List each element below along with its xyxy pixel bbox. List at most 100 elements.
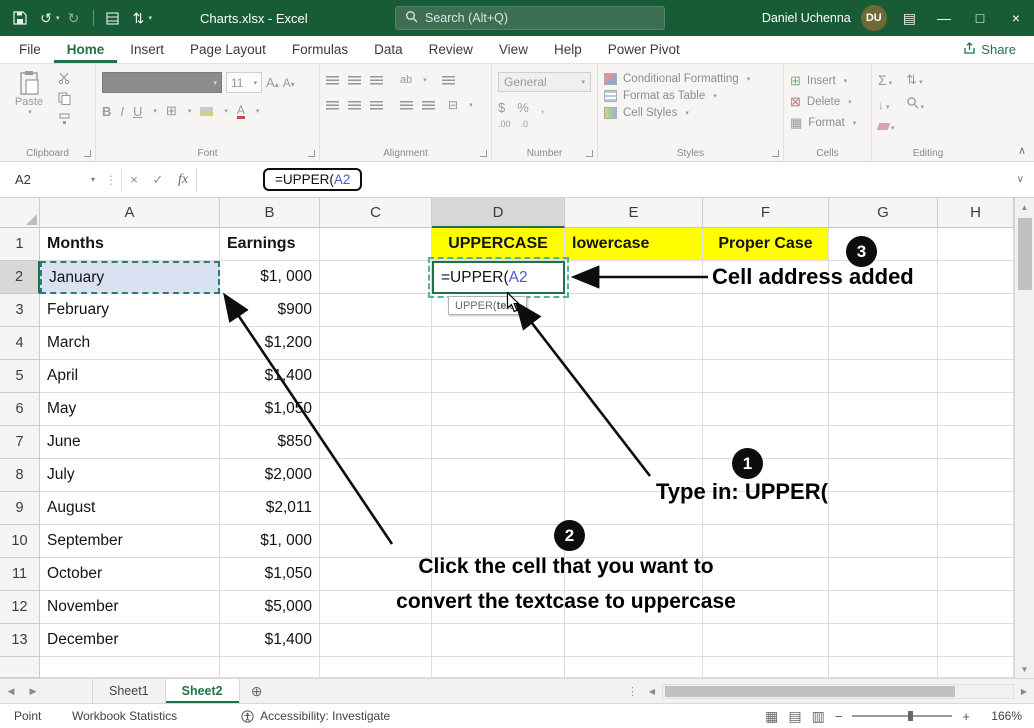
cell-G8[interactable]	[829, 459, 938, 492]
cell-E7[interactable]	[565, 426, 703, 459]
cell-C9[interactable]	[320, 492, 432, 525]
cell-F4[interactable]	[703, 327, 829, 360]
cell-C6[interactable]	[320, 393, 432, 426]
row-header-12[interactable]: 12	[0, 591, 40, 624]
vertical-scrollbar[interactable]: ▲ ▼	[1014, 198, 1034, 678]
cell-C14[interactable]	[320, 657, 432, 678]
user-name[interactable]: Daniel Uchenna	[762, 11, 851, 25]
tab-insert[interactable]: Insert	[117, 36, 177, 63]
cell-H11[interactable]	[938, 558, 1014, 591]
tab-help[interactable]: Help	[541, 36, 595, 63]
select-all-corner[interactable]	[0, 198, 40, 228]
cell-D14[interactable]	[432, 657, 565, 678]
row-header-5[interactable]: 5	[0, 360, 40, 393]
tab-file[interactable]: File	[6, 36, 54, 63]
autosum-button[interactable]: Σ▾	[878, 72, 892, 88]
insert-cells-button[interactable]: ⊞ Insert▾	[790, 73, 865, 89]
cell-H2[interactable]	[938, 261, 1014, 294]
cell-B13[interactable]: $1,400	[220, 624, 320, 657]
tab-review[interactable]: Review	[416, 36, 486, 63]
merge-dropdown-icon[interactable]: ▾	[469, 101, 473, 109]
cell-E3[interactable]	[565, 294, 703, 327]
accessibility-checker-button[interactable]: Accessibility: Investigate	[241, 709, 390, 723]
cell-C7[interactable]	[320, 426, 432, 459]
row-header-13[interactable]: 13	[0, 624, 40, 657]
formula-bar-handle[interactable]: ⋮	[105, 173, 117, 187]
underline-button[interactable]: U	[133, 104, 142, 119]
new-sheet-icon[interactable]: ⊕	[240, 679, 274, 703]
cell-G9[interactable]	[829, 492, 938, 525]
cell-G14[interactable]	[829, 657, 938, 678]
font-name-select[interactable]: ▾	[102, 72, 222, 93]
column-header-f[interactable]: F	[703, 198, 829, 228]
cell-A2[interactable]: January	[40, 261, 220, 294]
orientation-icon[interactable]: ab	[400, 74, 412, 86]
delete-cells-button[interactable]: ⊠ Delete▾	[790, 94, 865, 110]
cell-G4[interactable]	[829, 327, 938, 360]
borders-dropdown-icon[interactable]: ▾	[188, 107, 192, 115]
cell-B11[interactable]: $1,050	[220, 558, 320, 591]
zoom-in-icon[interactable]: +	[962, 709, 970, 724]
zoom-slider[interactable]	[852, 715, 952, 717]
cell-G13[interactable]	[829, 624, 938, 657]
wrap-text-icon[interactable]	[442, 76, 455, 85]
italic-button[interactable]: I	[120, 104, 124, 119]
cell-styles-button[interactable]: Cell Styles▾	[604, 107, 777, 119]
column-header-g[interactable]: G	[829, 198, 938, 228]
undo-dropdown-icon[interactable]: ▾	[56, 14, 60, 22]
format-as-table-button[interactable]: Format as Table▾	[604, 90, 777, 102]
cell-H12[interactable]	[938, 591, 1014, 624]
cell-B3[interactable]: $900	[220, 294, 320, 327]
horizontal-scroll-thumb[interactable]	[665, 686, 955, 697]
horizontal-scroll-track[interactable]	[662, 684, 1014, 699]
format-cells-button[interactable]: ▦ Format▾	[790, 115, 865, 131]
conditional-formatting-button[interactable]: Conditional Formatting▾	[604, 73, 777, 85]
merge-center-icon[interactable]: ⊟	[448, 98, 458, 112]
cell-A12[interactable]: November	[40, 591, 220, 624]
cell-F1[interactable]: Proper Case	[703, 228, 829, 261]
cell-E4[interactable]	[565, 327, 703, 360]
cell-G10[interactable]	[829, 525, 938, 558]
paste-dropdown-icon[interactable]: ▾	[28, 108, 32, 116]
cell-F7[interactable]	[703, 426, 829, 459]
cell-B10[interactable]: $1, 000	[220, 525, 320, 558]
increase-indent-icon[interactable]	[422, 101, 435, 110]
cell-H14[interactable]	[938, 657, 1014, 678]
cut-icon[interactable]	[58, 72, 71, 87]
cell-C13[interactable]	[320, 624, 432, 657]
cell-D9[interactable]	[432, 492, 565, 525]
column-header-e[interactable]: E	[565, 198, 703, 228]
column-header-d[interactable]: D	[432, 198, 565, 228]
cell-D2[interactable]: =UPPER(A2	[432, 261, 565, 294]
avatar[interactable]: DU	[861, 5, 887, 31]
cell-C2[interactable]	[320, 261, 432, 294]
scroll-right-icon[interactable]: ▶	[1014, 687, 1034, 696]
row-header-10[interactable]: 10	[0, 525, 40, 558]
row-header-1[interactable]: 1	[0, 228, 40, 261]
underline-dropdown-icon[interactable]: ▾	[153, 107, 157, 115]
workbook-statistics-button[interactable]: Workbook Statistics	[72, 709, 177, 723]
column-header-a[interactable]: A	[40, 198, 220, 228]
name-box[interactable]: A2 ▾	[5, 167, 101, 193]
horizontal-scrollbar[interactable]: ◀ ▶	[642, 679, 1034, 703]
cell-A5[interactable]: April	[40, 360, 220, 393]
cell-E14[interactable]	[565, 657, 703, 678]
cell-H6[interactable]	[938, 393, 1014, 426]
cell-H9[interactable]	[938, 492, 1014, 525]
format-painter-icon[interactable]	[58, 113, 71, 128]
minimize-button[interactable]: —	[926, 0, 962, 36]
maximize-button[interactable]: □	[962, 0, 998, 36]
cell-B6[interactable]: $1,050	[220, 393, 320, 426]
cell-H13[interactable]	[938, 624, 1014, 657]
font-color-icon[interactable]: A	[237, 104, 245, 119]
quick-access-customize-icon[interactable]: ▾	[149, 14, 153, 22]
increase-decimal-icon[interactable]: .00	[498, 119, 511, 129]
page-break-view-icon[interactable]: ▥	[812, 708, 825, 725]
save-icon[interactable]	[8, 6, 32, 30]
sheet-nav-prev-icon[interactable]: ◀	[0, 679, 22, 703]
scroll-up-icon[interactable]: ▲	[1015, 198, 1034, 216]
comma-icon[interactable]: ,	[541, 100, 545, 115]
column-header-h[interactable]: H	[938, 198, 1014, 228]
decrease-font-icon[interactable]: A▾	[283, 76, 295, 90]
cell-E13[interactable]	[565, 624, 703, 657]
